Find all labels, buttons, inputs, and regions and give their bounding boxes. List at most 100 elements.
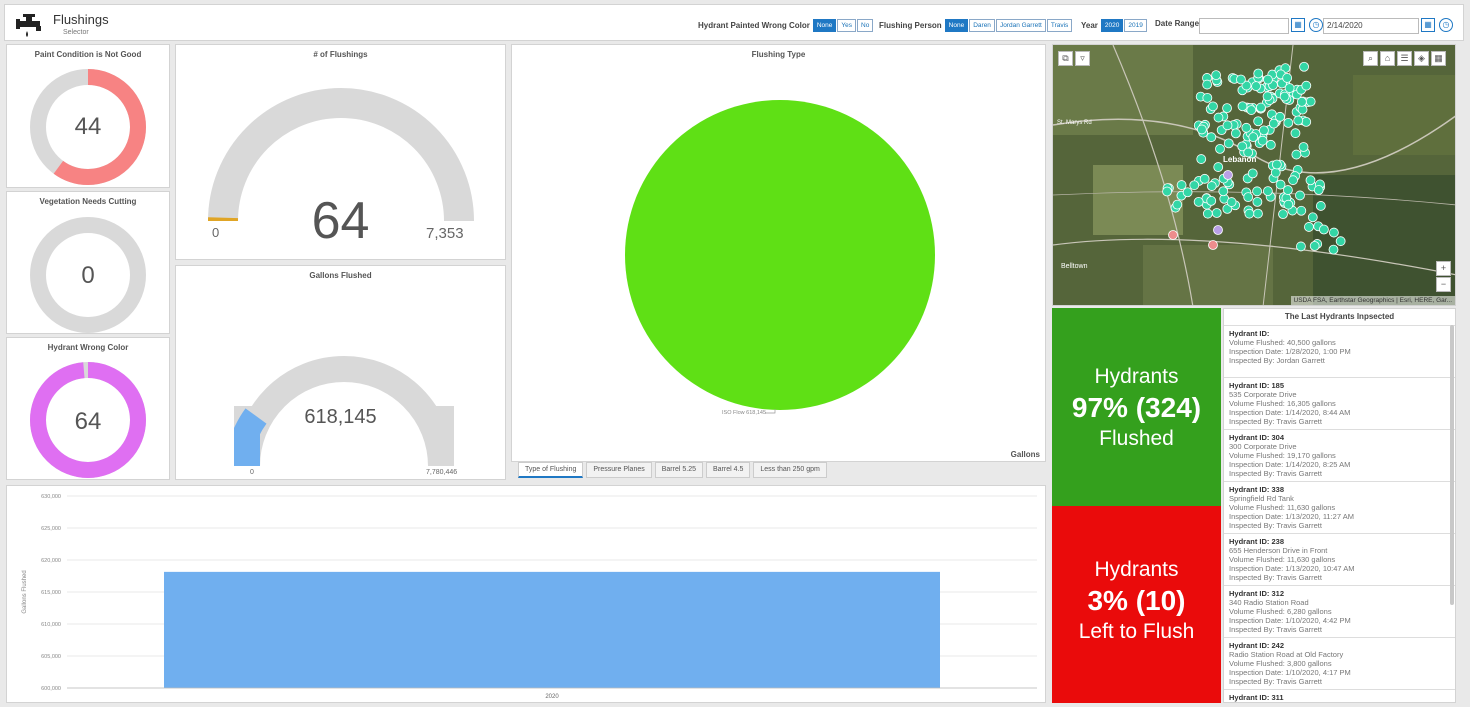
hydrant-marker[interactable] [1196, 124, 1207, 135]
hydrant-marker[interactable] [1223, 170, 1233, 180]
hydrant-marker[interactable] [1246, 105, 1257, 115]
chip-2020[interactable]: 2020 [1100, 19, 1124, 32]
hydrant-marker[interactable] [1291, 149, 1302, 160]
hydrant-marker[interactable] [1211, 208, 1222, 218]
hydrant-marker[interactable] [1335, 236, 1346, 247]
date-start-input[interactable] [1199, 18, 1289, 34]
hydrant-marker[interactable] [1241, 122, 1252, 133]
hydrant-marker[interactable] [1206, 132, 1217, 143]
home-icon[interactable]: ⌂ [1380, 51, 1395, 66]
hydrant-marker[interactable] [1305, 175, 1316, 186]
hydrant-marker[interactable] [1253, 68, 1264, 79]
hydrant-marker[interactable] [1202, 92, 1213, 103]
list-item[interactable]: Hydrant ID: 242 Radio Station Road at Old… [1224, 638, 1455, 690]
hydrant-marker[interactable] [1248, 132, 1259, 143]
hydrant-marker[interactable] [1168, 230, 1178, 240]
pie-slice-iso-flow[interactable] [625, 100, 935, 410]
hydrant-marker[interactable] [1215, 143, 1225, 154]
search-icon[interactable]: ⌕ [1363, 51, 1378, 66]
list-item[interactable]: Hydrant ID: 304 300 Corporate Drive Volume… [1224, 430, 1455, 482]
list-scrollbar[interactable] [1450, 325, 1454, 605]
hydrant-marker[interactable] [1305, 96, 1316, 107]
chip-none[interactable]: None [944, 19, 969, 32]
zoom-out-button[interactable]: − [1436, 277, 1451, 292]
hydrant-marker[interactable] [1222, 120, 1233, 131]
hydrant-marker[interactable] [1271, 159, 1282, 170]
hydrant-marker[interactable] [1218, 186, 1229, 197]
list-item[interactable]: Hydrant ID: 238 655 Henderson Drive in Fr… [1224, 534, 1455, 586]
chip-daren[interactable]: Daren [969, 19, 995, 32]
chip-jordan-garrett[interactable]: Jordan Garrett [995, 19, 1046, 32]
hydrant-marker[interactable] [1293, 115, 1304, 126]
hydrant-marker[interactable] [1329, 227, 1339, 238]
list-body[interactable]: Hydrant ID: Volume Flushed: 40,500 gallon… [1224, 326, 1455, 702]
tab-barrel-4-5[interactable]: Barrel 4.5 [705, 462, 751, 478]
hydrant-marker[interactable] [1236, 74, 1246, 85]
hydrant-marker[interactable] [1213, 112, 1224, 123]
hydrant-marker[interactable] [1162, 186, 1172, 197]
clock-icon[interactable]: ◷ [1439, 18, 1453, 32]
tab-barrel-5-25[interactable]: Barrel 5.25 [654, 462, 703, 478]
hydrant-marker[interactable] [1259, 125, 1269, 136]
hydrant-marker[interactable] [1283, 117, 1294, 128]
hydrant-marker[interactable] [1296, 205, 1307, 216]
map-panel[interactable]: Lebanon Belltown St. Marys Rd ⧉ ▿ ⌕ ⌂ ☰ … [1052, 44, 1456, 306]
tab-pressure-planes[interactable]: Pressure Planes [586, 462, 652, 478]
hydrant-marker[interactable] [1279, 91, 1290, 102]
hydrant-marker[interactable] [1208, 240, 1218, 250]
hydrant-marker[interactable] [1251, 81, 1261, 92]
hydrant-marker[interactable] [1268, 118, 1279, 129]
hydrant-marker[interactable] [1278, 209, 1288, 220]
tab-type-of-flushing[interactable]: Type of Flushing [518, 462, 584, 478]
hydrant-marker[interactable] [1288, 175, 1298, 186]
chip-travis[interactable]: Travis [1046, 19, 1073, 32]
hydrant-marker[interactable] [1211, 70, 1222, 81]
hydrant-marker[interactable] [1199, 173, 1210, 184]
hydrant-marker[interactable] [1309, 241, 1320, 251]
chevron-down-icon[interactable]: ▿ [1075, 51, 1090, 66]
hydrant-marker[interactable] [1315, 201, 1326, 211]
hydrant-marker[interactable] [1295, 190, 1305, 201]
list-item[interactable]: Hydrant ID: 311Across from 333 Old Sprin… [1224, 690, 1455, 702]
hydrant-marker[interactable] [1182, 187, 1193, 198]
hydrant-marker[interactable] [1252, 196, 1263, 207]
list-item[interactable]: Hydrant ID: 312 340 Radio Station Road Vol… [1224, 586, 1455, 638]
hydrant-marker[interactable] [1230, 128, 1241, 139]
hydrant-marker[interactable] [1223, 138, 1234, 149]
basemap-toggle-icon[interactable]: ⧉ [1058, 51, 1073, 66]
hydrant-marker[interactable] [1262, 74, 1273, 85]
date-end-input[interactable]: 2/14/2020 [1323, 18, 1419, 34]
hydrant-marker[interactable] [1202, 79, 1213, 90]
hydrant-marker[interactable] [1237, 101, 1248, 112]
hydrant-marker[interactable] [1252, 186, 1262, 197]
basemap-gallery-icon[interactable]: ▦ [1431, 51, 1446, 66]
hydrant-marker[interactable] [1176, 180, 1187, 190]
bar-2020[interactable] [164, 571, 940, 688]
tab-less-than-250-gpm[interactable]: Less than 250 gpm [753, 462, 827, 478]
hydrant-marker[interactable] [1243, 192, 1254, 203]
hydrant-marker[interactable] [1253, 116, 1264, 127]
hydrant-marker[interactable] [1206, 195, 1217, 206]
hydrant-marker[interactable] [1213, 162, 1224, 172]
list-item[interactable]: Hydrant ID: 338 Springfield Rd Tank Volume… [1224, 482, 1455, 534]
hydrant-marker[interactable] [1299, 61, 1309, 72]
layers-icon[interactable]: ◈ [1414, 51, 1429, 66]
hydrant-marker[interactable] [1193, 196, 1204, 207]
hydrant-marker[interactable] [1172, 199, 1183, 210]
hydrant-marker[interactable] [1213, 225, 1223, 235]
hydrant-marker[interactable] [1328, 244, 1339, 255]
chip-no[interactable]: No [857, 19, 874, 32]
calendar-icon[interactable]: ▦ [1421, 18, 1435, 32]
hydrant-marker[interactable] [1282, 73, 1293, 83]
hydrant-marker[interactable] [1296, 241, 1306, 252]
hydrant-marker[interactable] [1244, 208, 1255, 219]
legend-icon[interactable]: ☰ [1397, 51, 1412, 66]
zoom-in-button[interactable]: + [1436, 261, 1451, 276]
list-item[interactable]: Hydrant ID: 185 535 Corporate Drive Volume… [1224, 378, 1455, 430]
hydrant-marker[interactable] [1270, 167, 1281, 178]
hydrant-marker[interactable] [1256, 102, 1266, 113]
hydrant-marker[interactable] [1222, 103, 1232, 114]
hydrant-marker[interactable] [1301, 80, 1312, 91]
clock-icon[interactable]: ◷ [1309, 18, 1323, 32]
chip-none[interactable]: None [812, 19, 837, 32]
